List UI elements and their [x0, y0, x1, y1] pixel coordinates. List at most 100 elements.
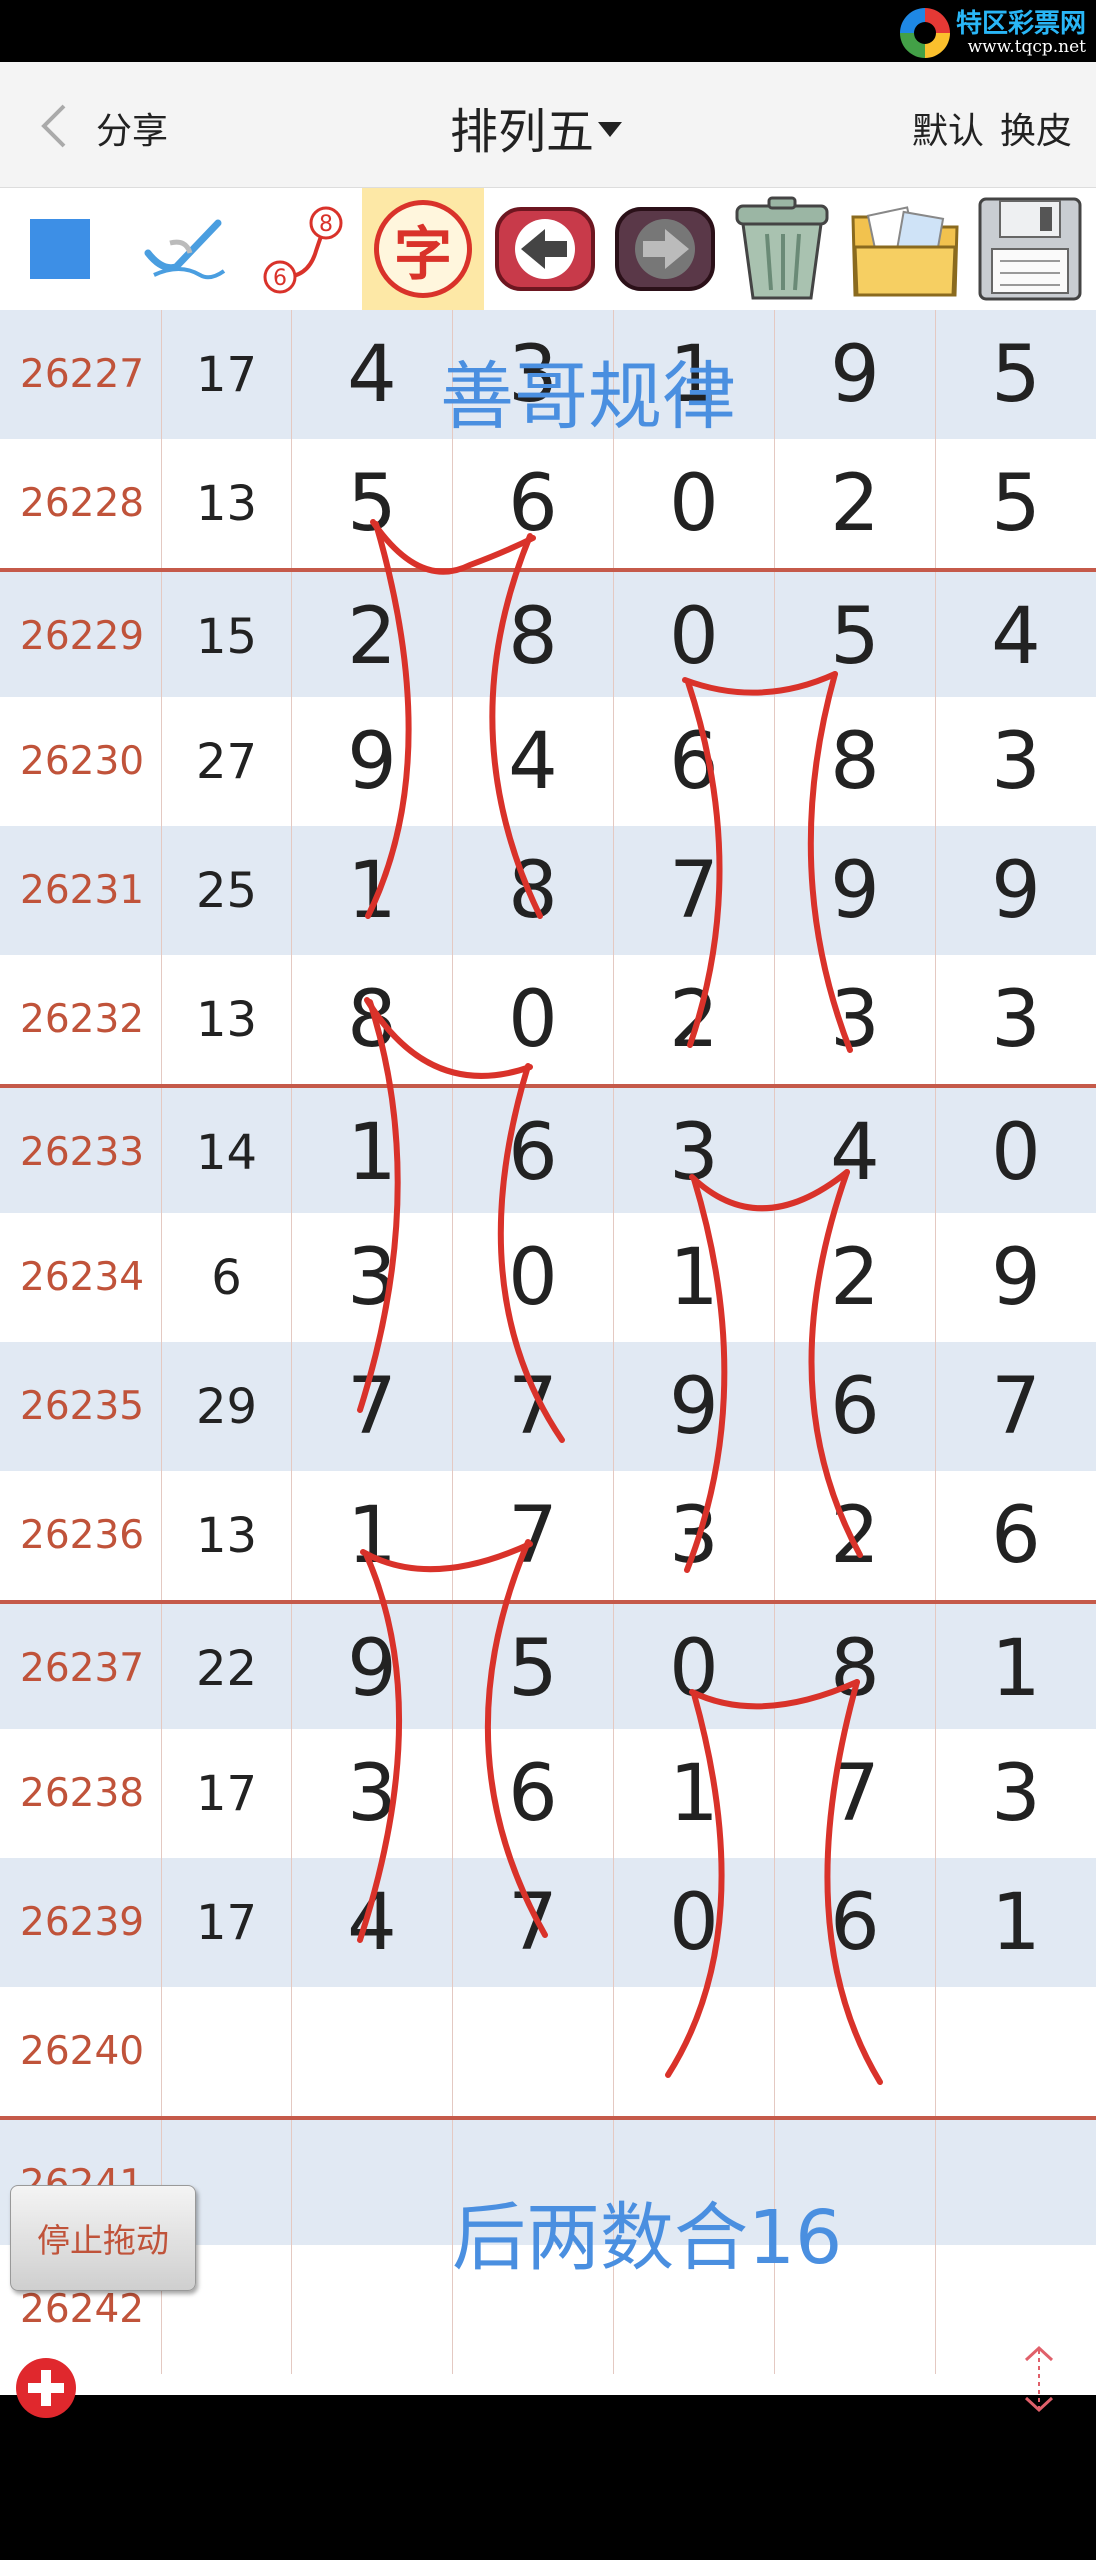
add-row-icon[interactable] — [14, 2356, 78, 2420]
title-dropdown[interactable]: 排列五 — [450, 92, 623, 162]
digit-cell[interactable]: 8 — [775, 697, 936, 826]
save-button[interactable] — [970, 188, 1090, 310]
digit-cell[interactable]: 5 — [936, 310, 1096, 439]
digit-cell[interactable]: 2 — [775, 1213, 936, 1342]
digit-cell[interactable]: 3 — [614, 1471, 775, 1600]
pen-tool-button[interactable] — [140, 188, 230, 310]
digit-cell[interactable]: 1 — [292, 826, 453, 955]
digit-cell[interactable]: 1 — [292, 1471, 453, 1600]
digit-cell[interactable]: 1 — [614, 1213, 775, 1342]
digit-cell[interactable]: 8 — [775, 1604, 936, 1733]
album-button[interactable] — [846, 188, 964, 310]
digit-cell[interactable]: 9 — [775, 826, 936, 955]
digit-cell[interactable]: 3 — [936, 955, 1096, 1084]
back-chevron-icon[interactable] — [38, 102, 68, 150]
digit-cell[interactable]: 6 — [775, 1342, 936, 1471]
digit-cell[interactable]: 3 — [292, 1729, 453, 1858]
digit-cell[interactable]: 3 — [775, 955, 936, 1084]
digit-cell[interactable]: 0 — [453, 1213, 614, 1342]
digit-cell[interactable]: 2 — [292, 572, 453, 701]
digit-cell[interactable]: 9 — [614, 1342, 775, 1471]
digit-cell[interactable]: 1 — [292, 1088, 453, 1217]
digit-cell[interactable]: 4 — [775, 1088, 936, 1217]
issue-number: 26234 — [0, 1213, 162, 1342]
digit-cell[interactable]: 0 — [453, 955, 614, 1084]
resize-handle-icon[interactable] — [1016, 2344, 1062, 2414]
digit-cell[interactable]: 3 — [936, 697, 1096, 826]
text-tool-button[interactable]: 字 — [362, 188, 484, 310]
sum-value — [162, 1987, 292, 2116]
digit-cell[interactable]: 4 — [292, 310, 453, 439]
digit-cell[interactable]: 4 — [292, 1858, 453, 1987]
share-button[interactable]: 分享 — [96, 102, 168, 154]
draw-grid[interactable]: 26227 17 4 3 1 9 5 26228 13 5 6 0 2 5 26229 15 2 8 0 5 4 2623… — [0, 310, 1096, 2418]
table-row: 26236 13 1 7 3 2 6 — [0, 1471, 1096, 1600]
back-arrow-icon — [495, 207, 595, 291]
digit-cell[interactable]: 7 — [453, 1471, 614, 1600]
digit-cell[interactable]: 7 — [775, 1729, 936, 1858]
default-button[interactable]: 默认 — [912, 102, 984, 154]
digit-cell[interactable]: 6 — [453, 1088, 614, 1217]
digit-cell[interactable]: 0 — [936, 1088, 1096, 1217]
digit-cell[interactable]: 3 — [614, 1088, 775, 1217]
sum-value: 27 — [162, 697, 292, 826]
digit-cell[interactable]: 2 — [614, 955, 775, 1084]
digit-cell[interactable]: 9 — [775, 310, 936, 439]
svg-text:8: 8 — [319, 212, 333, 237]
digit-cell[interactable]: 4 — [936, 572, 1096, 701]
table-row: 26240 — [0, 1987, 1096, 2116]
change-skin-button[interactable]: 换皮 — [1000, 102, 1072, 154]
digit-cell[interactable] — [292, 2120, 453, 2249]
stop-drag-button[interactable]: 停止拖动 — [10, 2185, 196, 2291]
digit-cell[interactable]: 3 — [292, 1213, 453, 1342]
digit-cell[interactable]: 0 — [614, 572, 775, 701]
digit-cell[interactable]: 0 — [614, 1604, 775, 1733]
digit-cell[interactable]: 5 — [936, 439, 1096, 568]
digit-cell[interactable]: 9 — [292, 697, 453, 826]
digit-cell[interactable] — [936, 2120, 1096, 2249]
digit-cell[interactable]: 8 — [453, 572, 614, 701]
digit-cell[interactable]: 1 — [936, 1858, 1096, 1987]
digit-cell[interactable] — [292, 1987, 453, 2116]
digit-cell[interactable]: 6 — [614, 697, 775, 826]
digit-cell[interactable]: 9 — [292, 1604, 453, 1733]
digit-cell[interactable]: 7 — [614, 826, 775, 955]
redo-button[interactable] — [612, 188, 718, 310]
digit-cell[interactable]: 0 — [614, 439, 775, 568]
digit-cell[interactable]: 9 — [936, 1213, 1096, 1342]
digit-cell[interactable] — [936, 1987, 1096, 2116]
table-row: 26235 29 7 7 9 6 7 — [0, 1342, 1096, 1471]
sum-value: 14 — [162, 1088, 292, 1217]
blue-square-icon — [30, 219, 90, 279]
digit-cell[interactable]: 5 — [292, 439, 453, 568]
digit-cell[interactable]: 4 — [453, 697, 614, 826]
color-tool-button[interactable] — [20, 188, 100, 310]
digit-cell[interactable]: 5 — [453, 1604, 614, 1733]
digit-cell[interactable]: 9 — [936, 826, 1096, 955]
digit-cell[interactable]: 2 — [775, 439, 936, 568]
digit-cell[interactable]: 8 — [453, 826, 614, 955]
digit-cell[interactable]: 7 — [453, 1342, 614, 1471]
digit-cell[interactable]: 7 — [936, 1342, 1096, 1471]
digit-cell[interactable]: 3 — [936, 1729, 1096, 1858]
issue-number: 26232 — [0, 955, 162, 1084]
digit-cell[interactable] — [292, 2245, 453, 2374]
digit-cell[interactable]: 7 — [292, 1342, 453, 1471]
undo-button[interactable] — [492, 188, 598, 310]
digit-cell[interactable]: 1 — [936, 1604, 1096, 1733]
digit-cell[interactable]: 5 — [775, 572, 936, 701]
clear-button[interactable] — [726, 188, 838, 310]
digit-cell[interactable] — [614, 1987, 775, 2116]
digit-cell[interactable]: 2 — [775, 1471, 936, 1600]
digit-cell[interactable]: 6 — [936, 1471, 1096, 1600]
digit-cell[interactable]: 6 — [453, 439, 614, 568]
digit-cell[interactable]: 1 — [614, 1729, 775, 1858]
digit-cell[interactable]: 6 — [453, 1729, 614, 1858]
digit-cell[interactable] — [453, 1987, 614, 2116]
digit-cell[interactable] — [775, 1987, 936, 2116]
digit-cell[interactable]: 8 — [292, 955, 453, 1084]
digit-cell[interactable]: 7 — [453, 1858, 614, 1987]
digit-cell[interactable]: 6 — [775, 1858, 936, 1987]
digit-cell[interactable]: 0 — [614, 1858, 775, 1987]
connect-tool-button[interactable]: 6 8 — [256, 188, 352, 310]
